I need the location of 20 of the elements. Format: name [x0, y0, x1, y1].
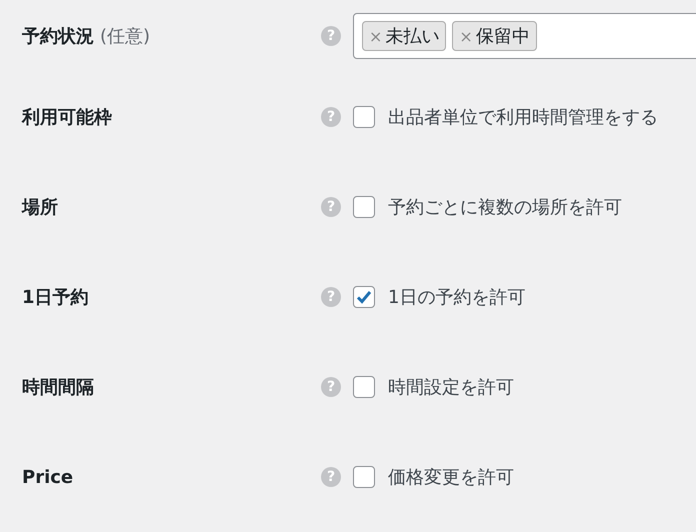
field-label: 時間間隔 [22, 376, 94, 399]
tag-select-field[interactable]: × 未払い × 保留中 [353, 13, 696, 59]
checkbox[interactable] [353, 376, 375, 398]
checkbox-label[interactable]: 出品者単位で利用時間管理をする [388, 105, 658, 129]
checkbox-label[interactable]: 時間設定を許可 [388, 375, 514, 399]
field-label: 場所 [22, 196, 58, 219]
field-label: 利用可能枠 [22, 106, 112, 129]
checkbox-label[interactable]: 予約ごとに複数の場所を許可 [388, 195, 622, 219]
optional-note: (任意) [100, 25, 150, 48]
status-tag[interactable]: × 保留中 [452, 21, 537, 51]
status-tag[interactable]: × 未払い [362, 21, 446, 51]
checkbox-label[interactable]: 価格変更を許可 [388, 465, 514, 489]
checkbox[interactable] [353, 196, 375, 218]
field-label: 1日予約 [22, 286, 89, 309]
field-label: Price [22, 466, 74, 488]
checkbox[interactable] [353, 106, 375, 128]
checkbox[interactable] [353, 286, 375, 308]
field-label: 予約状況 [22, 25, 94, 48]
checkbox[interactable] [353, 466, 375, 488]
checkbox-label[interactable]: 1日の予約を許可 [388, 285, 526, 309]
